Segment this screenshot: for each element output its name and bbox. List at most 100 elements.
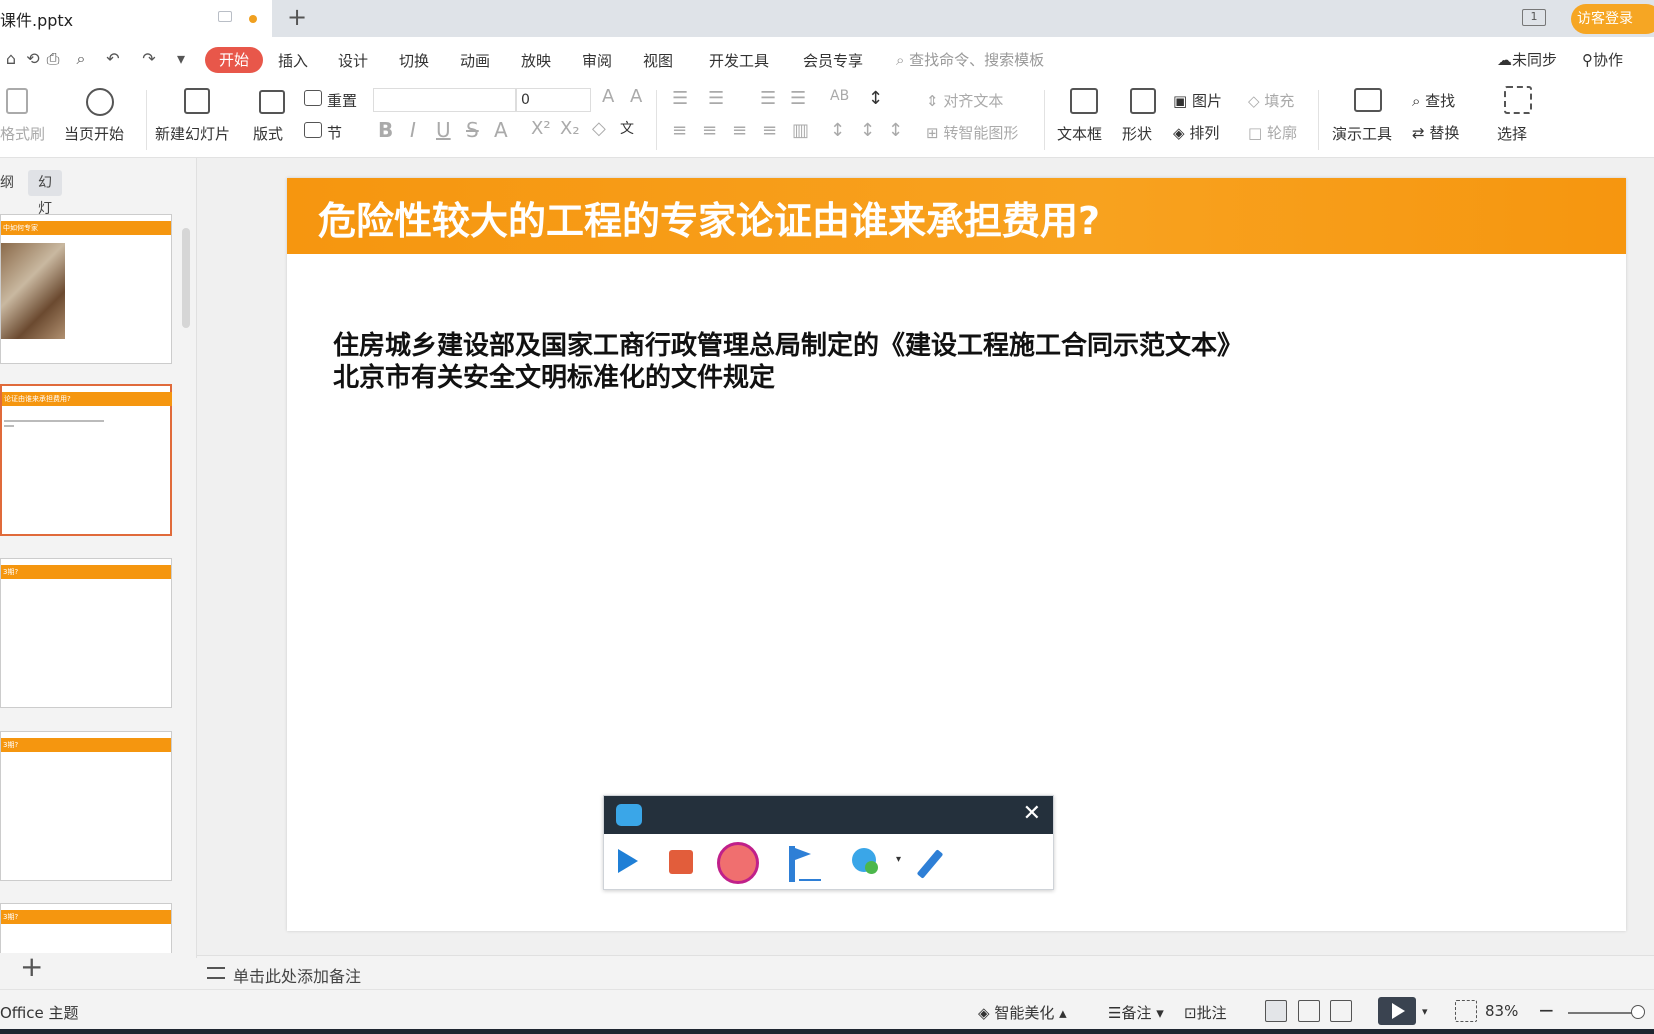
layout-button[interactable]: 版式	[253, 123, 283, 144]
command-search[interactable]: ⌕ 查找命令、搜索模板	[896, 49, 1044, 70]
slideshow-dropdown-icon[interactable]: ▾	[1422, 1005, 1428, 1018]
from-current-button[interactable]: 当页开始	[64, 123, 124, 144]
normal-view-icon[interactable]	[1265, 1000, 1287, 1022]
tab-outline[interactable]: 纲	[0, 170, 24, 196]
open-icon[interactable]: ⌂	[2, 50, 20, 68]
format-painter-icon[interactable]	[6, 88, 28, 114]
stop-icon[interactable]	[669, 850, 693, 874]
slide-thumbnail[interactable]: 3期?	[0, 903, 172, 953]
menu-home[interactable]: 开始	[205, 47, 264, 73]
layout-icon[interactable]	[259, 90, 285, 114]
window-count-badge[interactable]: 1	[1522, 9, 1546, 26]
para-spacing-icon[interactable]: ↕	[830, 120, 845, 141]
present-tools-icon[interactable]	[1354, 88, 1382, 112]
replace-button[interactable]: ⇄ 替换	[1412, 122, 1459, 143]
marker-icon[interactable]	[787, 844, 821, 884]
smartart-button[interactable]: ⊞ 转智能图形	[926, 122, 1018, 143]
menu-view[interactable]: 视图	[643, 49, 673, 73]
numbered-list-icon[interactable]: ☰	[708, 88, 724, 109]
eraser-icon[interactable]: ◇	[592, 118, 606, 139]
subscript-icon[interactable]: X₂	[560, 118, 580, 139]
menu-transitions[interactable]: 切换	[399, 49, 429, 73]
menu-slideshow[interactable]: 放映	[521, 49, 551, 73]
menu-review[interactable]: 审阅	[582, 49, 612, 73]
theme-label[interactable]: Office 主题	[0, 1002, 79, 1023]
outline-button[interactable]: □ 轮廓	[1248, 122, 1297, 143]
select-button[interactable]: 选择	[1497, 123, 1527, 144]
font-color-icon[interactable]: A	[494, 118, 508, 142]
para-spacing-2-icon[interactable]: ↕	[860, 120, 875, 141]
align-center-icon[interactable]: ≡	[702, 120, 717, 141]
chevron-down-icon[interactable]: ▾	[896, 854, 901, 865]
shape-button[interactable]: 形状	[1122, 123, 1152, 144]
save-icon[interactable]: ⟲	[24, 50, 42, 68]
reading-view-icon[interactable]	[1330, 1000, 1352, 1022]
zoom-slider-knob[interactable]	[1631, 1005, 1645, 1019]
picture-button[interactable]: ▣ 图片	[1173, 90, 1222, 111]
webcam-icon[interactable]	[852, 848, 878, 874]
new-slide-button[interactable]: 新建幻灯片	[155, 123, 230, 144]
italic-icon[interactable]: I	[410, 118, 416, 142]
find-button[interactable]: ⌕ 查找	[1412, 90, 1455, 111]
menu-design[interactable]: 设计	[338, 49, 368, 73]
slide-body-text[interactable]: 住房城乡建设部及国家工商行政管理总局制定的《建设工程施工合同示范文本》 北京市有…	[333, 330, 1243, 394]
align-text-button[interactable]: ⇕ 对齐文本	[926, 90, 1003, 111]
strikethrough-icon[interactable]: S	[466, 118, 479, 142]
menu-insert[interactable]: 插入	[278, 49, 308, 73]
select-icon[interactable]	[1504, 86, 1532, 114]
new-slide-icon[interactable]	[184, 88, 210, 114]
section-icon[interactable]	[304, 122, 322, 138]
fit-window-icon[interactable]	[1455, 1000, 1477, 1022]
pen-icon[interactable]	[916, 849, 944, 879]
collaborate-button[interactable]: ⚲协作	[1582, 49, 1623, 70]
menu-member[interactable]: 会员专享	[803, 49, 863, 73]
text-direction-icon[interactable]: AB	[830, 88, 849, 104]
justify-icon[interactable]: ≡	[762, 120, 777, 141]
arrange-button[interactable]: ◈ 排列	[1173, 122, 1219, 143]
shape-icon[interactable]	[1130, 88, 1156, 114]
customize-dropdown-icon[interactable]: ▾	[172, 50, 190, 68]
present-tools-button[interactable]: 演示工具	[1332, 123, 1392, 144]
notes-placeholder[interactable]: 单击此处添加备注	[233, 963, 361, 987]
bold-icon[interactable]: B	[378, 118, 393, 142]
distribute-icon[interactable]: ▥	[792, 120, 809, 141]
recorder-header[interactable]: ✕	[604, 796, 1053, 834]
font-size-select[interactable]: 0	[516, 88, 591, 112]
reset-icon[interactable]	[304, 90, 322, 106]
add-slide-icon[interactable]: +	[20, 953, 43, 981]
font-grow-icon[interactable]: A	[602, 86, 614, 107]
reset-button[interactable]: 重置	[327, 90, 357, 111]
bullet-list-icon[interactable]: ☰	[672, 88, 688, 109]
zoom-level[interactable]: 83%	[1485, 1002, 1518, 1020]
login-button[interactable]: 访客登录	[1571, 4, 1654, 34]
format-painter-button[interactable]: 格式刷	[0, 123, 45, 144]
font-shrink-icon[interactable]: A	[630, 86, 642, 107]
sync-status[interactable]: ☁未同步	[1497, 49, 1557, 70]
sorter-view-icon[interactable]	[1298, 1000, 1320, 1022]
undo-icon[interactable]: ↶	[104, 50, 122, 68]
menu-animations[interactable]: 动画	[460, 49, 490, 73]
slide-thumbnail[interactable]: 3期?	[0, 558, 172, 708]
monitor-icon[interactable]	[218, 11, 232, 22]
align-left-icon[interactable]: ≡	[672, 120, 687, 141]
underline-icon[interactable]: U	[436, 118, 451, 142]
menu-developer[interactable]: 开发工具	[709, 49, 769, 73]
fill-button[interactable]: ◇ 填充	[1248, 90, 1294, 111]
tab-slides[interactable]: 幻灯片	[28, 170, 62, 243]
notes-button[interactable]: ☰备注 ▾	[1108, 1002, 1164, 1023]
slide-thumbnail[interactable]: 中如何专家	[0, 214, 172, 364]
document-tab[interactable]: 课件.pptx	[0, 0, 272, 37]
close-icon[interactable]: ✕	[1023, 802, 1041, 826]
slide-title[interactable]: 危险性较大的工程的专家论证由谁来承担费用?	[318, 190, 1100, 245]
new-tab-button[interactable]: +	[284, 5, 310, 31]
zoom-out-icon[interactable]: −	[1538, 998, 1555, 1022]
superscript-icon[interactable]: X²	[531, 118, 551, 139]
play-icon[interactable]	[618, 849, 638, 873]
preview-icon[interactable]: ⌕	[72, 50, 90, 68]
redo-icon[interactable]: ↷	[140, 50, 158, 68]
increase-indent-icon[interactable]: ☰	[790, 88, 806, 109]
para-spacing-3-icon[interactable]: ↕	[888, 120, 903, 141]
beautify-button[interactable]: ◈ 智能美化 ▴	[978, 1002, 1067, 1023]
line-spacing-icon[interactable]: ↕	[868, 88, 883, 109]
slide-thumbnail-selected[interactable]: 论证由谁来承担费用?	[0, 384, 172, 536]
